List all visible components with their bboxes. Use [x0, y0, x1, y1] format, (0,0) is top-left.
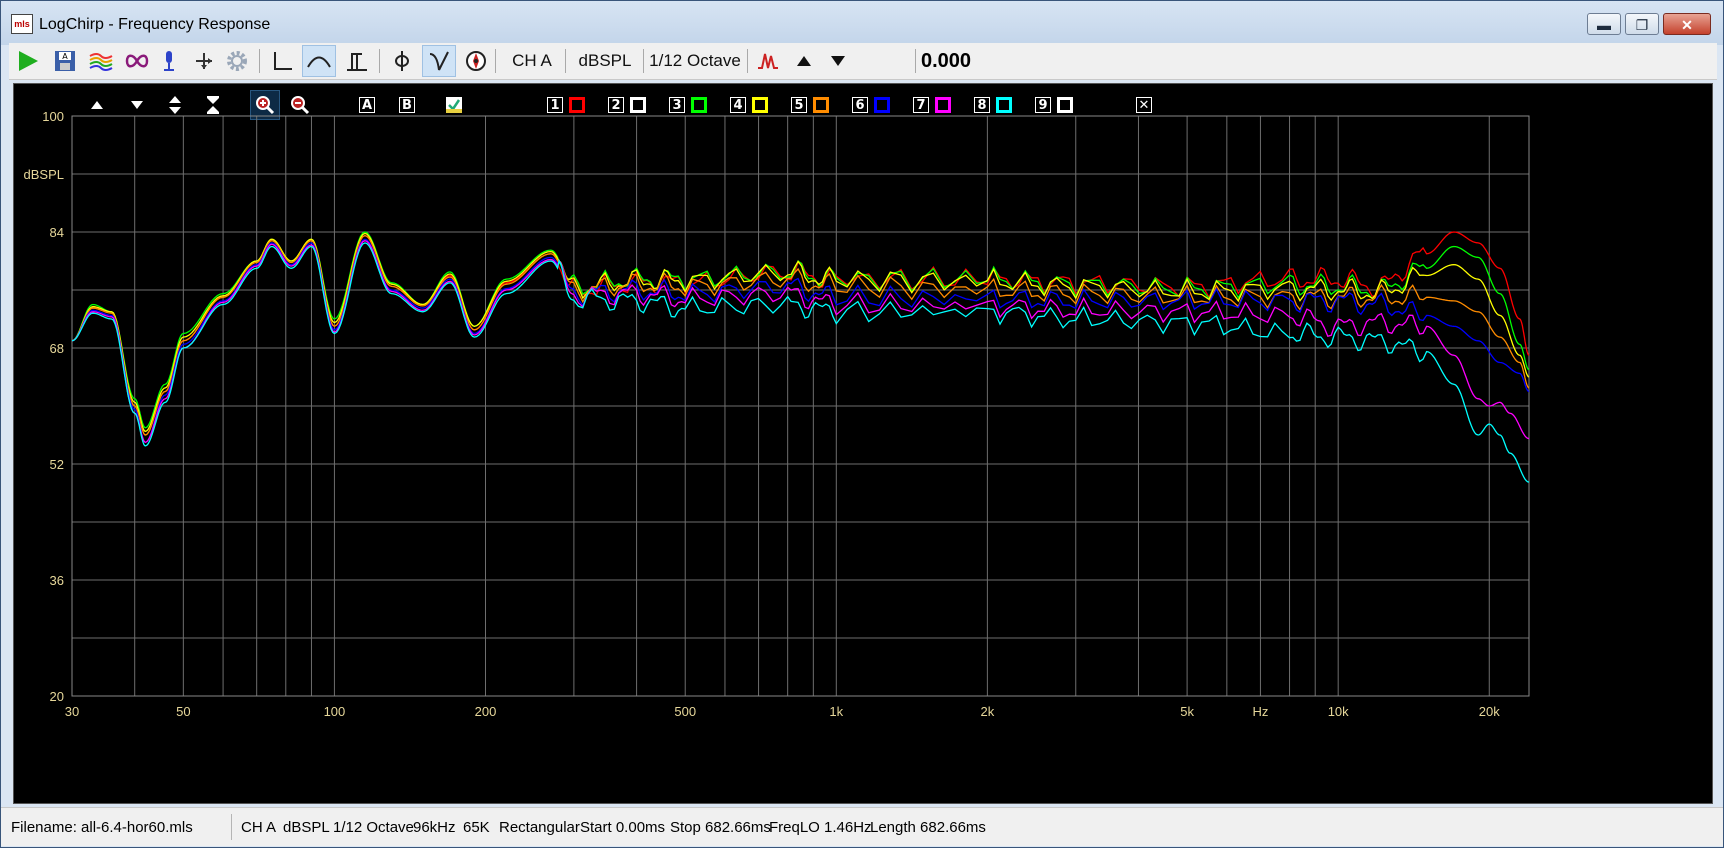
phase-view-button[interactable] — [387, 45, 417, 77]
time-window-icon — [347, 53, 367, 71]
settings-button[interactable] — [223, 45, 251, 77]
x-tick-label: 10k — [1328, 704, 1349, 719]
arrow-up-icon — [797, 56, 811, 66]
toolbar-separator — [565, 49, 566, 73]
smoothing-icon — [429, 51, 449, 71]
save-icon: A — [55, 51, 75, 71]
offset-down-button[interactable] — [823, 45, 853, 77]
x-tick-label: 100 — [324, 704, 346, 719]
x-tick-label: 50 — [176, 704, 190, 719]
status-smoothing: 1/12 Octave — [333, 819, 414, 836]
arrow-down-icon — [831, 56, 845, 66]
x-tick-label: 5k — [1180, 704, 1194, 719]
infinity-icon — [125, 54, 149, 68]
smoothing-view-button[interactable] — [422, 45, 456, 77]
gear-icon — [227, 51, 247, 71]
status-size: 65K — [463, 819, 490, 836]
series-line-6 — [71, 240, 1530, 444]
status-channel: CH A — [241, 819, 277, 836]
svg-text:A: A — [62, 52, 68, 61]
toolbar-separator — [747, 49, 748, 73]
compass-button[interactable] — [461, 45, 491, 77]
loop-button[interactable] — [123, 45, 151, 77]
multitrace-button[interactable] — [87, 45, 115, 77]
app-icon: mls — [11, 14, 33, 34]
play-icon — [19, 51, 38, 71]
status-start: Start 0.00ms — [580, 819, 666, 836]
move-button[interactable] — [191, 45, 217, 77]
x-tick-label: 30 — [65, 704, 79, 719]
impulse-icon — [274, 52, 292, 70]
peak-button[interactable] — [753, 45, 783, 77]
y-tick-label: 36 — [50, 573, 64, 588]
units-selector[interactable]: dBSPL — [569, 45, 641, 77]
maximize-button[interactable]: ❐ — [1625, 13, 1659, 35]
status-bar: Filename: all-6.4-hor60.mls CH A dBSPL 1… — [1, 807, 1723, 846]
chart-grid — [71, 115, 1530, 697]
close-button[interactable]: ✕ — [1663, 13, 1711, 35]
toolbar-separator — [379, 49, 380, 73]
x-tick-label: 20k — [1479, 704, 1500, 719]
x-tick-label: 1k — [829, 704, 843, 719]
multitrace-icon — [89, 53, 113, 71]
minimize-button[interactable]: ▬ — [1587, 13, 1621, 35]
window-title: LogChirp - Frequency Response — [39, 16, 271, 33]
app-window: mls LogChirp - Frequency Response ▬ ❐ ✕ … — [0, 0, 1724, 848]
save-button[interactable]: A — [51, 45, 79, 77]
compass-icon — [466, 51, 486, 71]
toolbar-separator — [643, 49, 644, 73]
status-filename: Filename: all-6.4-hor60.mls — [11, 819, 193, 836]
play-button[interactable] — [13, 45, 43, 77]
offset-value: 0.000 — [921, 49, 972, 72]
status-freqlo: FreqLO 1.46Hz — [769, 819, 872, 836]
x-tick-label: Hz — [1252, 704, 1268, 719]
move-icon — [196, 53, 212, 69]
time-window-button[interactable] — [341, 45, 373, 77]
phase-icon — [395, 51, 409, 71]
status-length: Length 682.66ms — [870, 819, 986, 836]
y-axis-title: dBSPL — [24, 167, 64, 182]
title-bar: mls LogChirp - Frequency Response ▬ ❐ ✕ — [1, 1, 1723, 45]
series-line-5 — [71, 238, 1530, 444]
impulse-view-button[interactable] — [267, 45, 297, 77]
x-tick-label: 200 — [475, 704, 497, 719]
main-toolbar: A CH A dBSPL 1/12 Octave 0.000 — [9, 43, 1717, 80]
x-tick-label: 2k — [981, 704, 995, 719]
mic-button[interactable] — [157, 45, 181, 77]
status-units: dBSPL — [283, 819, 330, 836]
plot-area: A B 123456789 ✕ 100 84 68 52 36 20 30 50 100 200… — [13, 83, 1713, 804]
y-tick-label: 100 — [42, 109, 64, 124]
y-tick-label: 52 — [50, 457, 64, 472]
frequency-view-button[interactable] — [302, 45, 336, 77]
status-separator — [231, 814, 232, 840]
mic-icon — [164, 51, 174, 71]
status-stop: Stop 682.66ms — [670, 819, 771, 836]
y-axis-labels: 100 84 68 52 36 20 — [42, 109, 64, 704]
status-window: Rectangular — [499, 819, 580, 836]
frequency-response-chart: 100 84 68 52 36 20 30 50 100 200 500 1k 2k 5k Hz 10k 20… — [24, 109, 1530, 719]
offset-up-button[interactable] — [789, 45, 819, 77]
toolbar-separator — [259, 49, 260, 73]
toolbar-separator — [495, 49, 496, 73]
smoothing-selector[interactable]: 1/12 Octave — [647, 45, 743, 77]
x-axis-labels: 30 50 100 200 500 1k 2k 5k Hz 10k 20k — [65, 704, 1500, 719]
y-tick-label: 68 — [50, 341, 64, 356]
channel-selector[interactable]: CH A — [501, 45, 563, 77]
chart-series — [71, 231, 1530, 483]
y-tick-label: 84 — [50, 225, 64, 240]
status-rate: 96kHz — [413, 819, 456, 836]
y-tick-label: 20 — [50, 689, 64, 704]
frequency-curve-icon — [307, 56, 331, 68]
toolbar-separator — [915, 49, 916, 73]
series-line-7 — [71, 242, 1530, 483]
x-tick-label: 500 — [674, 704, 696, 719]
peak-icon — [758, 53, 778, 69]
